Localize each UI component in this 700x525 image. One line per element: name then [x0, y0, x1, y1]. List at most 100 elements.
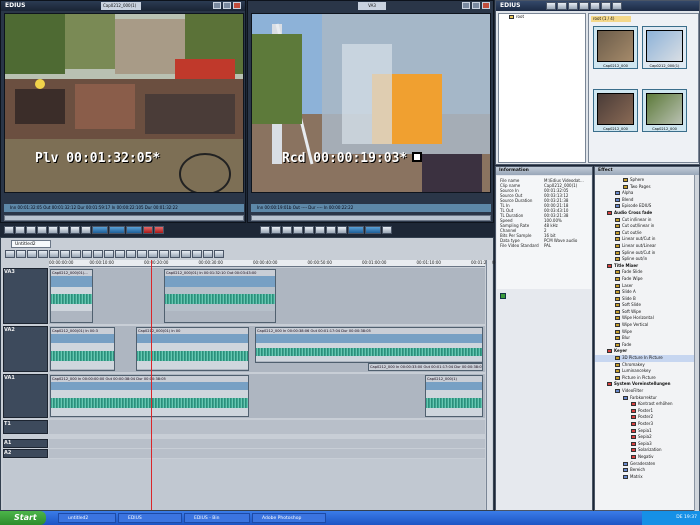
bin-add-clip-button[interactable]: [568, 2, 578, 10]
track-header-va1[interactable]: VA1: [3, 374, 48, 418]
timeline-vertical-scrollbar[interactable]: [486, 260, 492, 510]
task-photoshop[interactable]: Adobe Photoshop: [252, 513, 326, 523]
effect-item[interactable]: Poster1: [595, 408, 699, 415]
player-clip-tab[interactable]: Cap0212_000(1): [101, 2, 141, 10]
track-header-t1[interactable]: T1: [3, 420, 48, 434]
close-button[interactable]: [233, 2, 241, 9]
effect-item[interactable]: Bereich: [595, 467, 699, 474]
render-button[interactable]: [203, 250, 213, 258]
rec-set-out-button[interactable]: [365, 226, 381, 234]
recorder-maximize-button[interactable]: [472, 2, 480, 9]
rec-step-back-button[interactable]: [271, 226, 281, 234]
effect-item[interactable]: Kontrast erhöhen: [595, 401, 699, 408]
bin-clip-3[interactable]: Cap0212_000: [593, 89, 638, 132]
undo-button[interactable]: [60, 250, 70, 258]
clip-va2-b[interactable]: Cap0212_000(01) In 00: [136, 327, 249, 371]
effect-item[interactable]: Soft Slide: [595, 302, 699, 309]
effect-item[interactable]: Episode EDIUS: [595, 203, 699, 210]
fast-forward-button[interactable]: [48, 226, 58, 234]
record-button[interactable]: [143, 226, 153, 234]
effect-item[interactable]: Spline out/Cut in: [595, 250, 699, 257]
effect-item[interactable]: Negativ: [595, 454, 699, 461]
step-back-button[interactable]: [15, 226, 25, 234]
effect-item[interactable]: Farbkorrektur: [595, 395, 699, 402]
effect-item[interactable]: Sepia3: [595, 441, 699, 448]
effect-item[interactable]: Blur: [595, 335, 699, 342]
bin-delete-button[interactable]: [579, 2, 589, 10]
mark-in-button[interactable]: [70, 226, 80, 234]
overwrite-button[interactable]: [109, 226, 125, 234]
effect-item[interactable]: Slide A: [595, 289, 699, 296]
effect-item[interactable]: Title Mixer: [595, 263, 699, 270]
recorder-tab[interactable]: VA3: [358, 2, 386, 10]
save-button[interactable]: [49, 250, 59, 258]
bin-clip-4[interactable]: Cap0212_000: [642, 89, 687, 132]
effect-item[interactable]: Luminancekey: [595, 368, 699, 375]
cut-button[interactable]: [82, 250, 92, 258]
redo-button[interactable]: [71, 250, 81, 258]
loop-button[interactable]: [59, 226, 69, 234]
effect-item[interactable]: Linear out/Cut in: [595, 236, 699, 243]
ripple-button[interactable]: [126, 250, 136, 258]
track-header-a1[interactable]: A1: [3, 439, 48, 448]
recorder-minimize-button[interactable]: [462, 2, 470, 9]
rec-play-button[interactable]: [282, 226, 292, 234]
effect-item[interactable]: Two Pages: [595, 184, 699, 191]
rec-export-button[interactable]: [382, 226, 392, 234]
clip-va2-a[interactable]: Cap0212_000(01) In 00:3: [50, 327, 115, 371]
effect-item[interactable]: Slide B: [595, 296, 699, 303]
clip-va1-b[interactable]: Cap0212_000(1): [425, 375, 483, 417]
task-untitled2[interactable]: untitled2: [58, 513, 116, 523]
export-button[interactable]: [214, 250, 224, 258]
recorder-scrubber[interactable]: [251, 215, 491, 221]
effect-item[interactable]: Chromakey: [595, 362, 699, 369]
effect-item[interactable]: System Voreinstellungen: [595, 381, 699, 388]
effect-item[interactable]: Blend: [595, 197, 699, 204]
effect-item[interactable]: Cut in/linear in: [595, 217, 699, 224]
group-button[interactable]: [148, 250, 158, 258]
maximize-button[interactable]: [223, 2, 231, 9]
timeline-tab[interactable]: Untitled2: [11, 240, 51, 248]
effect-item[interactable]: Audio Cross fade: [595, 210, 699, 217]
track-header-va3[interactable]: VA3: [3, 268, 48, 324]
clip-va3-b[interactable]: Cap0212_000(01) In 00:01:32:10 Out 00:03…: [164, 269, 276, 323]
folder-root[interactable]: root: [499, 14, 585, 21]
track-header-va2[interactable]: VA2: [3, 326, 48, 372]
bin-view-button[interactable]: [612, 2, 622, 10]
bin-properties-button[interactable]: [590, 2, 600, 10]
effect-item[interactable]: Solarization: [595, 447, 699, 454]
play-button[interactable]: [26, 226, 36, 234]
playhead[interactable]: [151, 260, 152, 510]
open-button[interactable]: [38, 250, 48, 258]
bin-up-button[interactable]: [546, 2, 556, 10]
effect-item[interactable]: Matrix: [595, 474, 699, 481]
add-to-timeline-button[interactable]: [126, 226, 142, 234]
effect-item[interactable]: Wipe: [595, 329, 699, 336]
effect-item[interactable]: VideoFilter: [595, 388, 699, 395]
clip-va2-d[interactable]: Cap0212_000 In 00:00:33:00 Out 00:01:17:…: [368, 363, 483, 371]
marker-button[interactable]: [170, 250, 180, 258]
bin-clip-2[interactable]: Cap0212_000(1): [642, 26, 687, 69]
snap-button[interactable]: [16, 250, 26, 258]
effect-item[interactable]: Sepia1: [595, 428, 699, 435]
clip-va2-c[interactable]: Cap0212_000 In 00:00:38:06 Out 00:01:17:…: [255, 327, 483, 363]
effect-item[interactable]: Poster3: [595, 421, 699, 428]
effect-item[interactable]: Spline out/in: [595, 256, 699, 263]
effect-scrollbar[interactable]: [694, 175, 699, 511]
effect-item[interactable]: Alpha: [595, 190, 699, 197]
link-button[interactable]: [159, 250, 169, 258]
rec-set-in-button[interactable]: [348, 226, 364, 234]
zoom-in-button[interactable]: [181, 250, 191, 258]
task-edius-bin[interactable]: EDIUS - Bin: [184, 513, 250, 523]
effect-item[interactable]: Cut out/linear in: [595, 223, 699, 230]
effect-item[interactable]: Linear out/Linear: [595, 243, 699, 250]
task-edius[interactable]: EDIUS: [118, 513, 182, 523]
rec-rewind-button[interactable]: [260, 226, 270, 234]
insert-button[interactable]: [92, 226, 108, 234]
recorder-close-button[interactable]: [482, 2, 490, 9]
effect-item[interactable]: Soft Wipe: [595, 309, 699, 316]
start-button[interactable]: Start: [0, 511, 46, 525]
effect-item[interactable]: Cut out/ie: [595, 230, 699, 237]
effect-item[interactable]: Geraderaten: [595, 461, 699, 468]
zoom-out-button[interactable]: [192, 250, 202, 258]
